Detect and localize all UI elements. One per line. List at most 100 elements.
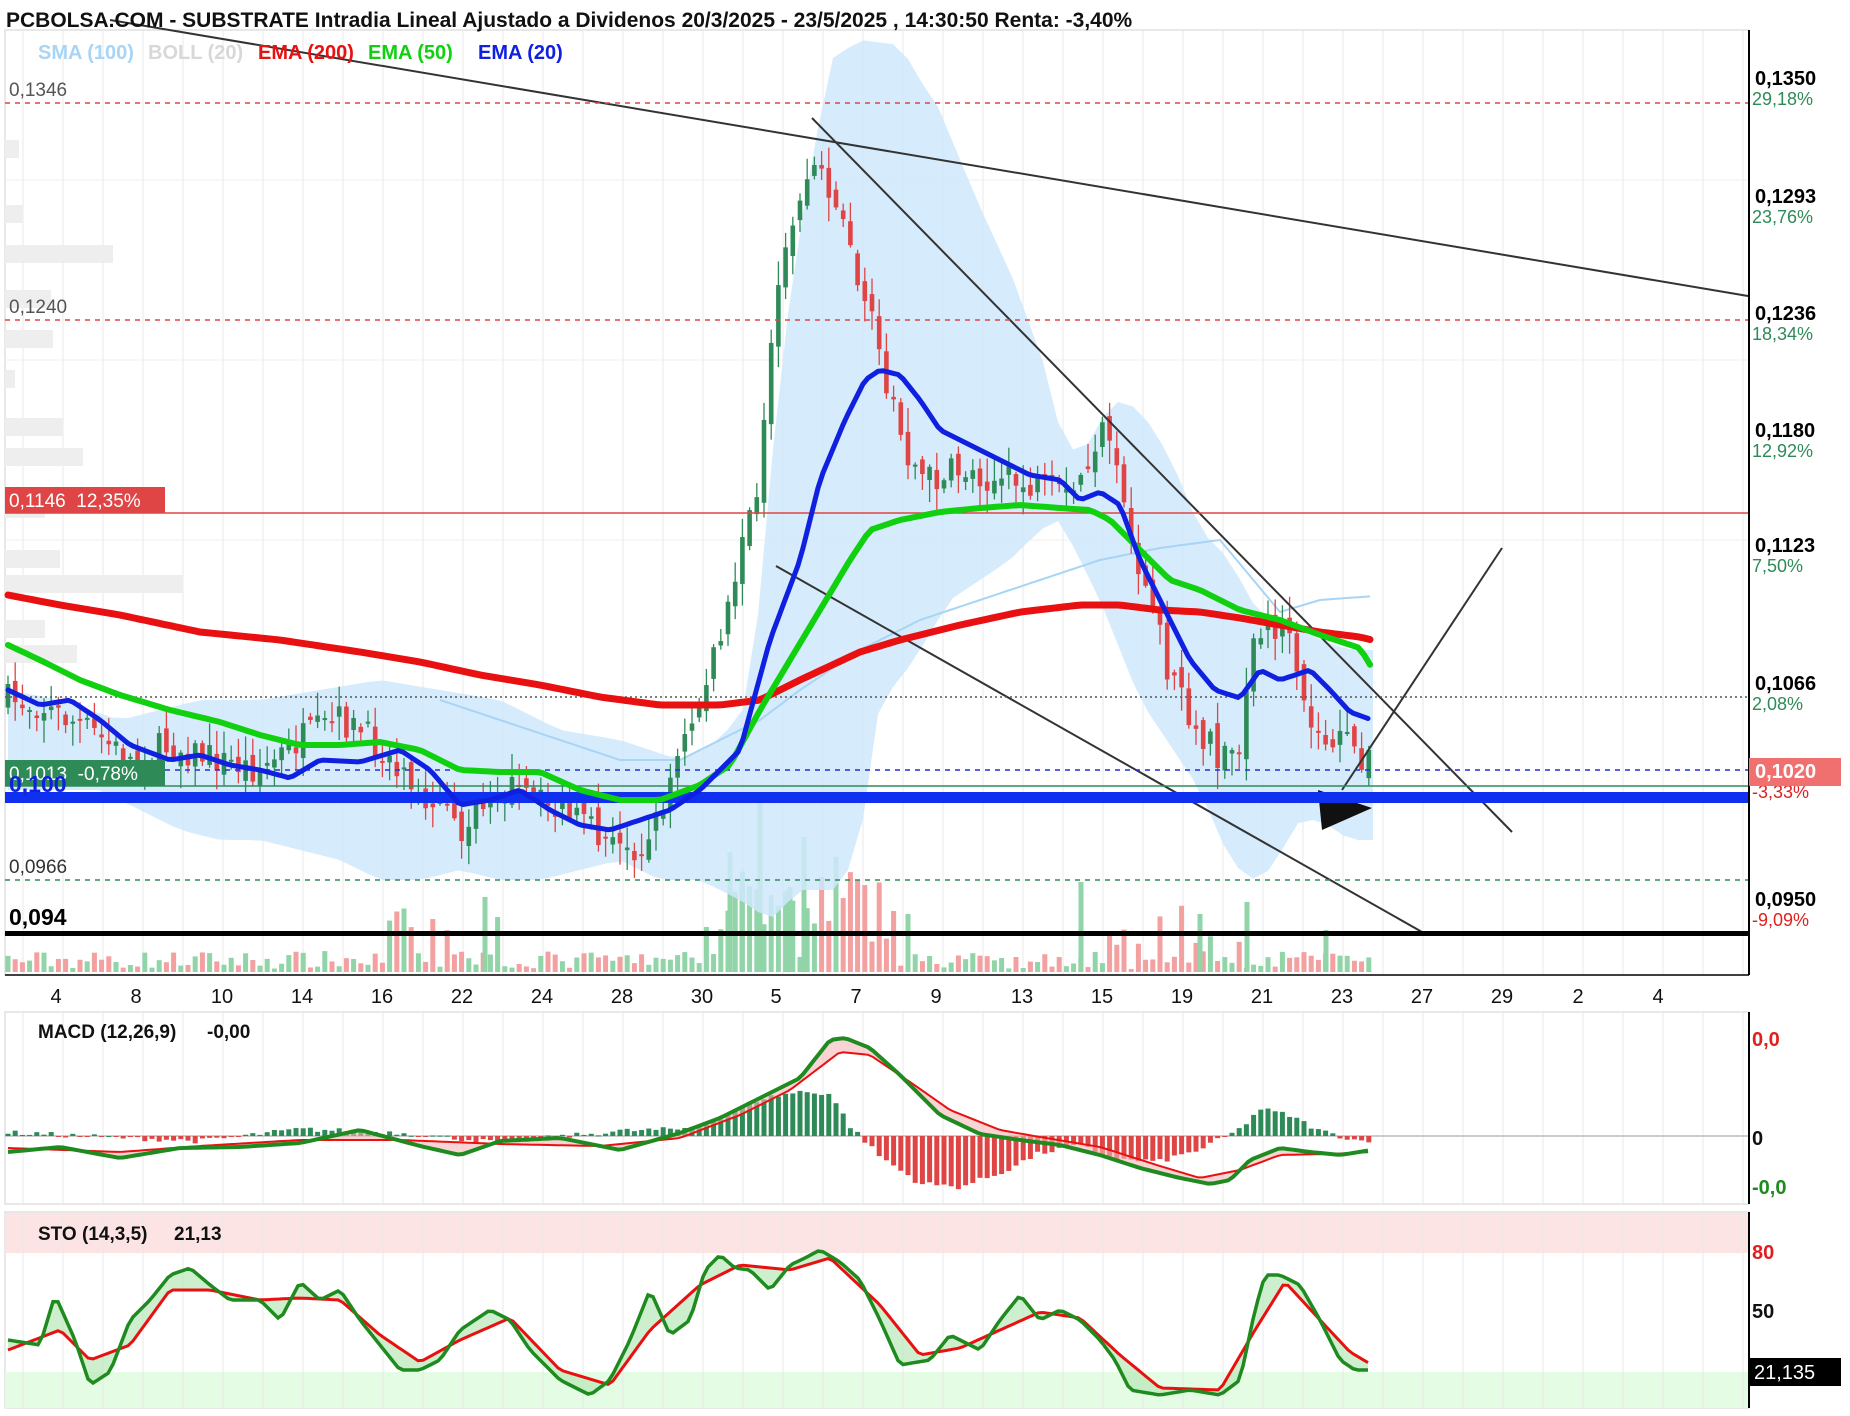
macd-hist-bar bbox=[394, 1134, 400, 1136]
macd-hist-bar bbox=[567, 1136, 573, 1138]
candle-body bbox=[444, 803, 450, 806]
candle-body bbox=[41, 713, 47, 721]
candle-body bbox=[725, 601, 731, 635]
macd-hist-bar bbox=[1200, 1136, 1206, 1149]
macd-hist-bar bbox=[1157, 1136, 1163, 1160]
volume-bar bbox=[891, 910, 897, 972]
candle-body bbox=[1092, 451, 1098, 473]
volume-bar bbox=[963, 959, 969, 972]
volume-bar bbox=[502, 966, 508, 972]
volume-bar bbox=[279, 963, 285, 972]
macd-hist-bar bbox=[1222, 1136, 1228, 1137]
candle-body bbox=[1013, 474, 1019, 486]
x-tick-label: 4 bbox=[1652, 986, 1663, 1008]
macd-hist-bar bbox=[408, 1135, 414, 1137]
volume-bar bbox=[1063, 966, 1069, 972]
volume-bar bbox=[1272, 966, 1278, 972]
volume-bar bbox=[185, 964, 191, 972]
volume-bar bbox=[1229, 962, 1235, 972]
volume-bar bbox=[660, 958, 666, 972]
x-axis: 4 8 10 14 16 22 24 28 30 5 7 9 13 15 19 21 23 27 29 2 4 bbox=[50, 986, 1663, 1008]
volume-bar bbox=[451, 954, 457, 972]
macd-hist-bar bbox=[27, 1134, 33, 1136]
volume-bar bbox=[1020, 968, 1026, 972]
candle-body bbox=[1352, 726, 1357, 747]
volume-bar bbox=[1027, 961, 1033, 972]
macd-hist-bar bbox=[243, 1134, 249, 1136]
macd-hist-bar bbox=[250, 1133, 256, 1136]
macd-hist-bar bbox=[271, 1129, 277, 1136]
volume-bar bbox=[559, 961, 565, 972]
volume-profile-bar bbox=[5, 205, 23, 223]
volume-bar bbox=[667, 959, 673, 972]
macd-hist-bar bbox=[1193, 1136, 1199, 1152]
level-label-1240: 0,1240 bbox=[9, 297, 67, 318]
volume-bar bbox=[1344, 955, 1350, 972]
candle-body bbox=[603, 836, 608, 839]
volume-bar bbox=[545, 951, 551, 972]
volume-bar bbox=[250, 960, 256, 972]
x-tick-label: 28 bbox=[611, 986, 633, 1008]
x-tick-label: 4 bbox=[50, 986, 61, 1008]
candle-body bbox=[920, 459, 925, 475]
sto-value: 21,13 bbox=[174, 1224, 222, 1245]
volume-bar bbox=[1056, 957, 1062, 972]
price-tick-label: 0,1236 bbox=[1755, 303, 1816, 325]
macd-hist-bar bbox=[624, 1128, 630, 1136]
x-tick-label: 29 bbox=[1491, 986, 1513, 1008]
volume-bar bbox=[624, 955, 630, 972]
volume-bar bbox=[307, 967, 313, 972]
candle-body bbox=[1366, 749, 1372, 779]
volume-profile-bar bbox=[5, 245, 113, 263]
volume-bar bbox=[12, 959, 18, 972]
volume-bar bbox=[1308, 955, 1314, 972]
macd-hist-bar bbox=[833, 1103, 839, 1136]
candle-body bbox=[956, 453, 961, 476]
macd-value: -0,00 bbox=[207, 1022, 250, 1043]
volume-bar bbox=[819, 876, 825, 972]
macd-hist-bar bbox=[185, 1136, 191, 1141]
candle-body bbox=[1121, 464, 1127, 503]
candle-body bbox=[747, 510, 752, 546]
volume-bar bbox=[55, 958, 61, 972]
volume-bar bbox=[1035, 961, 1041, 972]
volume-bar bbox=[473, 964, 479, 972]
volume-bar bbox=[696, 962, 702, 972]
volume-bar bbox=[1265, 957, 1271, 972]
candle-body bbox=[927, 466, 932, 480]
macd-hist-bar bbox=[977, 1136, 983, 1178]
volume-bar bbox=[1215, 961, 1221, 972]
macd-hist-bar bbox=[1006, 1136, 1012, 1171]
macd-hist-bar bbox=[1135, 1136, 1141, 1162]
price-tick-label: 0,1293 bbox=[1755, 186, 1816, 208]
volume-bar bbox=[1279, 951, 1285, 972]
macd-hist-bar bbox=[1294, 1117, 1300, 1136]
candle-body bbox=[790, 225, 796, 256]
macd-hist-bar bbox=[1236, 1128, 1242, 1136]
candle-body bbox=[128, 756, 133, 759]
volume-bar bbox=[19, 962, 25, 972]
macd-hist-bar bbox=[214, 1136, 220, 1138]
sto-label: STO (14,3,5) bbox=[38, 1224, 147, 1245]
macd-hist-bar bbox=[1265, 1108, 1271, 1136]
volume-profile-bar bbox=[5, 448, 83, 466]
macd-hist-bar bbox=[171, 1136, 177, 1141]
volume-bar bbox=[430, 919, 436, 972]
volume-spike bbox=[1244, 902, 1250, 972]
x-tick-label: 9 bbox=[930, 986, 941, 1008]
candle-body bbox=[826, 167, 832, 198]
macd-hist-bar bbox=[948, 1136, 954, 1187]
macd-hist-bar bbox=[617, 1129, 623, 1136]
level-100-band bbox=[5, 792, 1749, 803]
candle-body bbox=[1229, 750, 1235, 754]
candle-body bbox=[300, 723, 306, 759]
macd-hist-bar bbox=[1323, 1130, 1329, 1136]
price-tick-pct: 12,92% bbox=[1752, 441, 1813, 461]
volume-bar bbox=[1092, 952, 1098, 972]
volume-bar bbox=[675, 955, 681, 972]
candle-body bbox=[639, 854, 644, 857]
macd-hist-bar bbox=[1243, 1124, 1249, 1136]
volume-bar bbox=[603, 955, 609, 972]
candle-body bbox=[466, 826, 472, 847]
volume-bar bbox=[970, 953, 976, 972]
